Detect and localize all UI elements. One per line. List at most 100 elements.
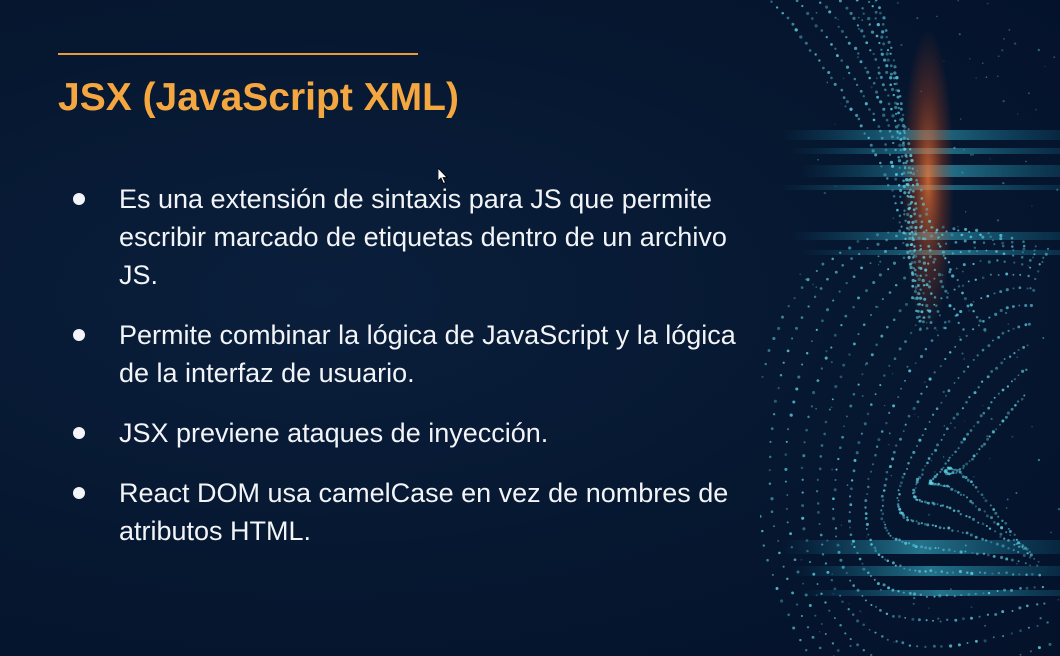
particle: [917, 522, 921, 525]
particle: [1007, 527, 1010, 530]
particle: [889, 160, 894, 165]
particle: [911, 271, 914, 274]
particle: [955, 267, 958, 270]
particle: [945, 427, 949, 431]
particle: [999, 532, 1003, 536]
particle: [786, 521, 789, 524]
particle: [959, 491, 961, 493]
particle: [1031, 205, 1033, 207]
particle: [883, 483, 887, 487]
particle: [999, 535, 1002, 538]
particle: [902, 141, 905, 145]
particle: [951, 454, 954, 457]
particle: [801, 504, 805, 508]
particle: [892, 59, 896, 62]
particle: [824, 562, 827, 565]
particle: [852, 275, 856, 279]
particle: [819, 287, 823, 290]
particle: [874, 393, 877, 396]
particle: [1025, 573, 1028, 576]
particle: [955, 412, 960, 416]
particle: [967, 280, 970, 283]
particle: [772, 412, 776, 416]
particle: [891, 561, 895, 565]
particle: [1025, 604, 1029, 608]
particle: [813, 295, 817, 299]
particle: [1018, 286, 1022, 290]
particle: [897, 124, 900, 127]
particle: [846, 484, 849, 486]
particle: [1041, 261, 1044, 263]
particle: [973, 476, 975, 478]
particle: [837, 550, 841, 554]
particle: [992, 508, 996, 511]
particle: [919, 274, 922, 278]
particle: [913, 495, 916, 498]
particle: [947, 548, 951, 552]
particle: [912, 406, 916, 411]
particle: [908, 644, 912, 647]
particle: [826, 81, 829, 84]
particle: [974, 278, 977, 281]
particle: [857, 333, 860, 336]
particle: [906, 183, 910, 187]
particle: [915, 520, 918, 523]
particle: [838, 446, 842, 450]
particle: [922, 261, 927, 265]
particle: [903, 472, 906, 476]
particle: [983, 328, 987, 332]
particle: [989, 158, 991, 160]
particle: [824, 601, 827, 604]
particle: [1022, 547, 1025, 550]
particle: [794, 28, 798, 32]
particle: [914, 487, 917, 489]
particle: [935, 228, 939, 232]
particle: [929, 479, 933, 483]
particle: [807, 415, 810, 419]
particle: [840, 103, 842, 105]
particle: [944, 257, 947, 260]
particle: [857, 296, 860, 300]
particle: [1000, 361, 1004, 365]
particle: [962, 494, 965, 496]
particle: [893, 641, 895, 643]
particle: [913, 268, 917, 272]
particle: [922, 255, 926, 259]
particle: [897, 489, 900, 492]
particle: [938, 235, 941, 238]
particle: [800, 316, 804, 319]
particle: [894, 119, 897, 122]
particle: [914, 226, 918, 230]
particle: [853, 545, 856, 549]
particle: [892, 217, 895, 220]
particle: [865, 536, 868, 538]
particle: [1002, 100, 1005, 103]
particle: [997, 515, 1000, 518]
particle: [883, 173, 887, 177]
particle: [979, 259, 982, 263]
particle: [837, 18, 839, 21]
particle: [930, 460, 933, 462]
particle: [903, 213, 906, 216]
particle: [1002, 181, 1005, 185]
particle: [906, 518, 909, 522]
particle: [943, 60, 945, 62]
particle: [825, 350, 828, 353]
particle: [962, 464, 966, 468]
particle: [898, 538, 901, 542]
particle: [997, 571, 1001, 575]
particle: [902, 171, 906, 175]
particle: [965, 496, 969, 499]
particle: [979, 571, 981, 574]
particle: [985, 514, 989, 518]
particle: [897, 505, 900, 508]
particle: [903, 209, 906, 212]
particle: [914, 202, 918, 205]
particle: [1022, 345, 1026, 349]
particle: [913, 238, 916, 242]
particle: [928, 255, 932, 259]
particle: [859, 124, 863, 128]
particle: [828, 408, 831, 411]
particle: [894, 283, 898, 287]
particle: [957, 229, 960, 232]
